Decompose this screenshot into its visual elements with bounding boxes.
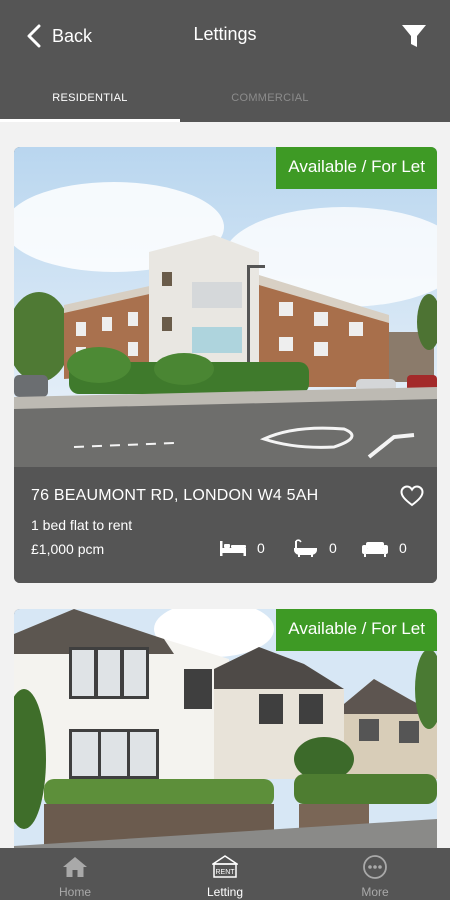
tab-bar: RESIDENTIAL COMMERCIAL bbox=[0, 84, 450, 122]
nav-more[interactable]: More bbox=[300, 848, 450, 900]
heart-icon[interactable] bbox=[400, 485, 424, 507]
rent-sign-text: RENT bbox=[215, 869, 235, 876]
listing-address: 76 BEAUMONT RD, LONDON W4 5AH bbox=[31, 487, 319, 504]
bedrooms-count: 0 bbox=[219, 539, 265, 557]
page-title: Lettings bbox=[193, 24, 257, 44]
listing-card[interactable]: Available / For Let 76 BEAUMONT RD, LOND… bbox=[14, 147, 437, 583]
home-icon bbox=[63, 857, 87, 877]
top-app-bar: Back Lettings RESIDENTIAL COMMERCIAL bbox=[0, 0, 450, 122]
tab-commercial[interactable]: COMMERCIAL bbox=[180, 84, 360, 122]
rent-sign-icon: RENT bbox=[212, 855, 238, 878]
filter-icon[interactable] bbox=[400, 22, 428, 50]
nav-home[interactable]: Home bbox=[0, 848, 150, 900]
nav-home-label: Home bbox=[58, 885, 91, 899]
receptions-count: 0 bbox=[361, 539, 407, 557]
listing-info: 76 BEAUMONT RD, LONDON W4 5AH 1 bed flat… bbox=[14, 467, 437, 583]
bedrooms-value: 0 bbox=[257, 540, 265, 556]
tab-residential[interactable]: RESIDENTIAL bbox=[0, 84, 180, 122]
listing-price: £1,000 pcm bbox=[31, 541, 105, 557]
property-photo bbox=[14, 147, 437, 467]
nav-more-label: More bbox=[361, 885, 389, 899]
more-icon bbox=[363, 855, 387, 879]
bathrooms-value: 0 bbox=[329, 540, 337, 556]
availability-badge: Available / For Let bbox=[276, 609, 437, 651]
bathrooms-count: 0 bbox=[291, 539, 337, 557]
receptions-value: 0 bbox=[399, 540, 407, 556]
bottom-navigation: Home RENT Letting More bbox=[0, 848, 450, 900]
nav-letting[interactable]: RENT Letting bbox=[150, 848, 300, 900]
nav-letting-label: Letting bbox=[206, 885, 244, 899]
listing-description: 1 bed flat to rent bbox=[31, 517, 133, 533]
listing-list[interactable]: Available / For Let 76 BEAUMONT RD, LOND… bbox=[0, 122, 450, 848]
sofa-icon bbox=[362, 542, 388, 557]
bed-icon bbox=[220, 541, 246, 556]
nav-row: Back Lettings bbox=[0, 0, 450, 72]
bath-icon bbox=[294, 539, 317, 557]
listing-card[interactable]: Available / For Let bbox=[14, 609, 437, 848]
availability-badge: Available / For Let bbox=[276, 147, 437, 189]
